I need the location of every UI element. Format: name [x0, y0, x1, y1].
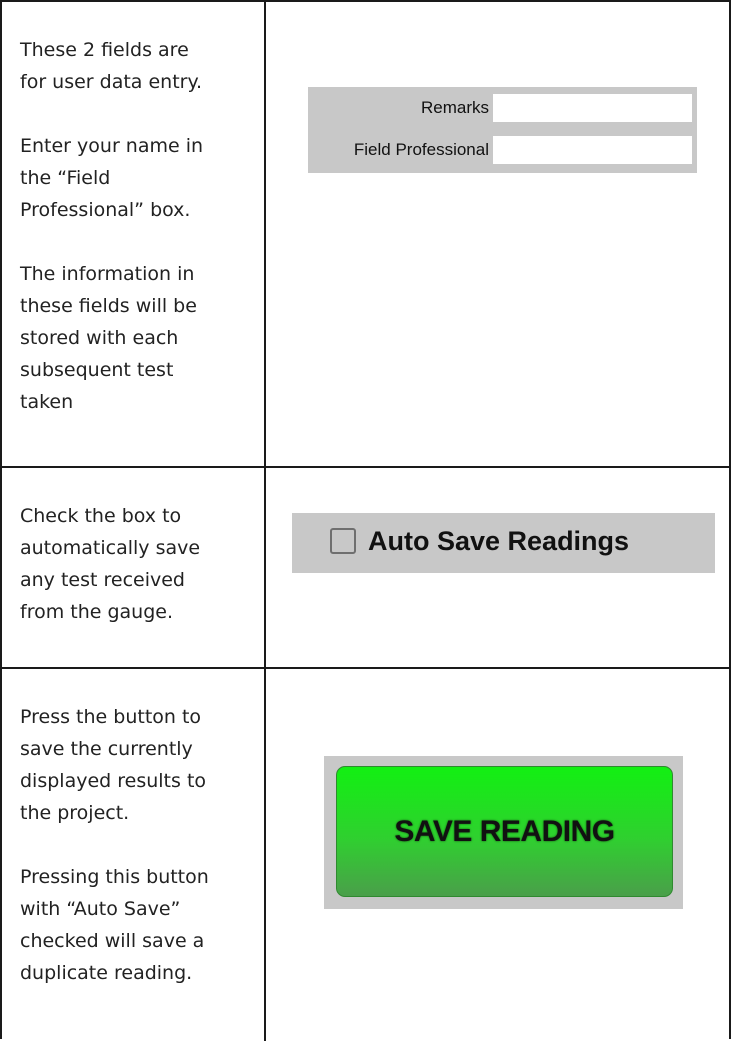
- remarks-label: Remarks: [420, 98, 489, 117]
- save-reading-button[interactable]: SAVE READING: [336, 766, 673, 897]
- field-professional-row: Field Professional: [308, 135, 697, 167]
- description-cell: These 2 fields are for user data entry. …: [2, 2, 266, 466]
- save-button-frame: SAVE READING: [324, 756, 683, 909]
- remarks-row: Remarks: [308, 93, 697, 125]
- user-fields-panel: Remarks Field Professional: [308, 87, 697, 173]
- description-paragraph: Press the button to save the currently d…: [20, 706, 207, 824]
- auto-save-label[interactable]: Auto Save Readings: [368, 524, 629, 558]
- description-paragraph: The information in these fields will be …: [20, 263, 197, 413]
- description-paragraph: Check the box to automatically save any …: [20, 505, 201, 623]
- description-paragraph: Enter your name in the “Field Profession…: [20, 135, 204, 221]
- table-row-data-entry: These 2 fields are for user data entry. …: [2, 2, 731, 468]
- example-cell: SAVE READING: [266, 669, 731, 1041]
- description-paragraph: These 2 fields are for user data entry.: [20, 39, 203, 93]
- instruction-table: These 2 fields are for user data entry. …: [0, 0, 731, 1041]
- remarks-input[interactable]: [493, 94, 692, 122]
- table-row-auto-save: Check the box to automatically save any …: [2, 468, 731, 669]
- example-cell: Auto Save Readings: [266, 468, 731, 667]
- field-professional-input[interactable]: [493, 136, 692, 164]
- description-cell: Press the button to save the currently d…: [2, 669, 266, 1041]
- auto-save-panel: Auto Save Readings: [292, 513, 715, 573]
- table-row-save-reading: Press the button to save the currently d…: [2, 669, 731, 1041]
- description-cell: Check the box to automatically save any …: [2, 468, 266, 667]
- example-cell: Remarks Field Professional: [266, 2, 731, 466]
- field-professional-label: Field Professional: [353, 140, 489, 159]
- description-paragraph: Pressing this button with “Auto Save” ch…: [20, 866, 209, 984]
- save-reading-label: SAVE READING: [394, 814, 615, 848]
- auto-save-checkbox[interactable]: [330, 528, 356, 554]
